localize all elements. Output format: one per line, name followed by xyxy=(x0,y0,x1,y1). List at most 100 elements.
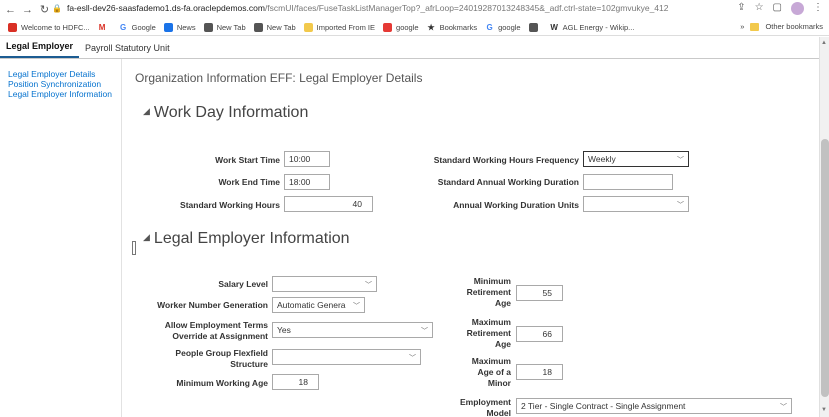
chevron-down-icon[interactable]: ﹀ xyxy=(677,155,684,166)
bookmark-item[interactable]: G Google xyxy=(119,23,156,32)
scroll-down-icon[interactable]: ▼ xyxy=(821,407,827,413)
tab-legal-employer[interactable]: Legal Employer xyxy=(0,41,80,58)
collapse-triangle-icon[interactable]: ◢ xyxy=(143,106,150,116)
bookmark-item[interactable]: New Tab xyxy=(203,22,246,32)
lock-icon: 🔒 xyxy=(52,4,62,13)
people-group-select[interactable]: ﹀ xyxy=(272,349,421,365)
max-retirement-age-input[interactable]: 66 xyxy=(516,326,563,342)
tab-payroll-statutory-unit[interactable]: Payroll Statutory Unit xyxy=(79,43,176,58)
bookmarks-bar: Welcome to HDFC... M G Google News New Tab New… xyxy=(0,19,829,36)
bookmark-label: Bookmarks xyxy=(439,22,478,32)
share-icon[interactable]: ⇪ xyxy=(737,2,745,15)
min-working-age-label: Minimum Working Age xyxy=(176,378,268,388)
min-retirement-age-input[interactable]: 55 xyxy=(516,285,563,301)
bookmark-icon xyxy=(203,22,213,32)
bookmark-label: Welcome to HDFC... xyxy=(21,22,90,32)
annual-duration-label: Standard Annual Working Duration xyxy=(437,177,579,187)
menu-icon[interactable]: ⋮ xyxy=(813,2,823,15)
app-tabs: Legal Employer Payroll Statutory Unit xyxy=(0,37,829,59)
folder-icon xyxy=(750,22,760,31)
browser-toolbar: ← → ↻ 🔒 fa-esll-dev26-saasfademo1.ds-fa.o… xyxy=(0,0,829,19)
collapse-triangle-icon[interactable]: ◢ xyxy=(143,232,150,242)
bookmark-icon xyxy=(303,22,313,32)
url-path: /fscmUI/faces/FuseTaskListManagerTop?_af… xyxy=(264,3,669,13)
employment-model-value: 2 Tier - Single Contract - Single Assign… xyxy=(521,401,686,411)
bookmark-item[interactable]: New Tab xyxy=(253,22,296,32)
bookmark-item[interactable]: Ggoogle xyxy=(485,22,520,32)
bookmark-label: New Tab xyxy=(216,22,246,32)
bookmark-label: Imported From IE xyxy=(316,22,376,32)
work-end-time-label: Work End Time xyxy=(218,177,280,187)
work-end-time-input[interactable]: 18:00 xyxy=(284,174,330,190)
page-title: Organization Information EFF: Legal Empl… xyxy=(135,71,423,85)
bookmark-label: google xyxy=(396,22,419,32)
bookmark-icon: G xyxy=(120,22,127,32)
work-day-heading[interactable]: ◢ Work Day Information xyxy=(143,104,308,122)
worker-number-generation-value: Automatic Genera xyxy=(277,300,346,310)
max-minor-label-line3: Minor xyxy=(487,378,511,388)
bookmark-item[interactable]: Imported From IE xyxy=(303,22,376,32)
chevron-down-icon[interactable]: ﹀ xyxy=(421,326,428,337)
page-scrollbar[interactable]: ▲ ▼ xyxy=(819,37,829,417)
nav-position-synchronization[interactable]: Position Synchronization xyxy=(8,79,120,89)
allow-override-label-line1: Allow Employment Terms xyxy=(164,320,268,330)
min-working-age-input[interactable]: 18 xyxy=(272,374,319,390)
min-retirement-age-label: Minimum Retirement Age xyxy=(455,276,511,309)
forward-icon[interactable]: → xyxy=(21,3,34,16)
bookmarks-more-button[interactable]: » xyxy=(740,22,744,31)
bookmark-label: Google xyxy=(131,22,156,32)
worker-number-generation-select[interactable]: Automatic Genera ﹀ xyxy=(272,297,365,313)
nav-legal-employer-information[interactable]: Legal Employer Information xyxy=(8,89,120,99)
hours-frequency-value: Weekly xyxy=(588,154,616,164)
back-icon[interactable]: ← xyxy=(4,3,17,16)
left-navigation: Legal Employer Details Position Synchron… xyxy=(8,69,120,99)
chevron-down-icon[interactable]: ﹀ xyxy=(677,200,684,211)
bookmark-icon: ★ xyxy=(427,22,435,32)
bookmark-item[interactable]: Welcome to HDFC... xyxy=(8,22,90,32)
chevron-down-icon[interactable]: ﹀ xyxy=(365,280,372,291)
salary-level-label: Salary Level xyxy=(218,279,268,289)
allow-override-select[interactable]: Yes ﹀ xyxy=(272,322,433,338)
chevron-down-icon[interactable]: ﹀ xyxy=(780,402,787,413)
bookmark-label: AGL Energy - Wikip... xyxy=(562,22,635,32)
bookmark-item[interactable]: News xyxy=(163,22,196,32)
bookmark-item[interactable]: M xyxy=(98,23,111,32)
bookmark-item[interactable]: google xyxy=(383,22,419,32)
bookmark-icon: G xyxy=(486,22,493,32)
bookmark-icon xyxy=(383,22,393,32)
other-bookmarks[interactable]: Other bookmarks xyxy=(765,22,823,31)
people-group-label: People Group Flexfield Structure xyxy=(140,348,268,370)
salary-level-select[interactable]: ﹀ xyxy=(272,276,377,292)
bookmark-label: News xyxy=(176,22,196,32)
hours-frequency-select[interactable]: Weekly ﹀ xyxy=(583,151,689,167)
scroll-up-icon[interactable]: ▲ xyxy=(821,40,827,46)
standard-working-hours-input[interactable]: 40 xyxy=(284,196,373,212)
bookmark-icon xyxy=(8,22,17,32)
scrollbar-thumb[interactable] xyxy=(821,139,829,397)
min-retirement-label-line1: Minimum xyxy=(473,276,511,286)
max-minor-age-input[interactable]: 18 xyxy=(516,364,563,380)
bookmark-item[interactable]: ★ Bookmarks xyxy=(427,22,478,32)
bookmark-item[interactable] xyxy=(528,22,542,32)
url-host: fa-esll-dev26-saasfademo1.ds-fa.oraclepd… xyxy=(66,3,265,13)
employment-model-select[interactable]: 2 Tier - Single Contract - Single Assign… xyxy=(516,398,792,414)
reload-icon[interactable]: ↻ xyxy=(38,3,51,16)
profile-avatar[interactable] xyxy=(791,2,804,15)
legal-employer-info-heading[interactable]: ◢ Legal Employer Information xyxy=(143,230,350,248)
sidepanel-icon[interactable]: ▢ xyxy=(773,2,782,15)
annual-duration-units-select[interactable]: ﹀ xyxy=(583,196,689,212)
hours-frequency-label: Standard Working Hours Frequency xyxy=(433,155,579,165)
star-icon[interactable]: ☆ xyxy=(755,2,764,15)
address-bar[interactable]: 🔒 fa-esll-dev26-saasfademo1.ds-fa.oraclep… xyxy=(52,3,668,13)
splitter-handle[interactable] xyxy=(132,241,136,255)
employment-model-label-line2: Model xyxy=(486,408,511,417)
max-minor-age-label: Maximum Age of a Minor xyxy=(455,356,511,389)
panel-divider xyxy=(121,59,122,417)
nav-legal-employer-details[interactable]: Legal Employer Details xyxy=(8,69,120,79)
work-start-time-input[interactable]: 10:00 xyxy=(284,151,330,167)
bookmark-item[interactable]: W AGL Energy - Wikip... xyxy=(550,22,635,32)
bookmark-icon xyxy=(528,22,538,32)
annual-duration-input[interactable] xyxy=(583,174,673,190)
chevron-down-icon[interactable]: ﹀ xyxy=(353,301,360,312)
chevron-down-icon[interactable]: ﹀ xyxy=(409,353,416,364)
